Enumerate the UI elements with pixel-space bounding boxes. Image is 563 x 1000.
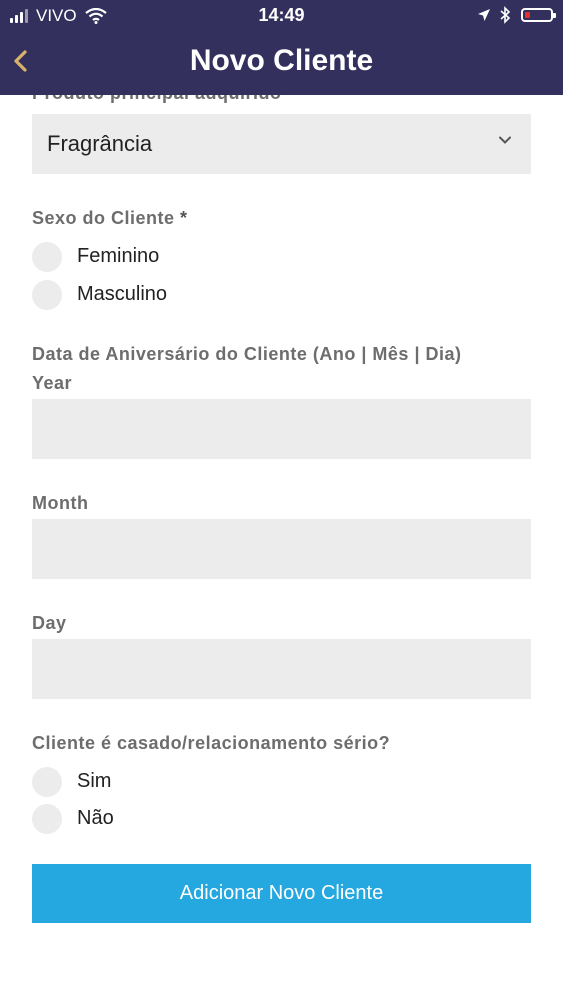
add-client-button[interactable]: Adicionar Novo Cliente bbox=[32, 864, 531, 923]
day-label: Day bbox=[32, 613, 67, 633]
chevron-down-icon bbox=[499, 136, 511, 144]
radio-label-feminino[interactable]: Feminino bbox=[77, 245, 159, 268]
radio-masculino[interactable] bbox=[32, 280, 62, 310]
month-input[interactable] bbox=[32, 519, 531, 579]
sex-label: Sexo do Cliente * bbox=[32, 208, 188, 229]
status-bar: VIVO 14:49 bbox=[0, 0, 563, 32]
day-input[interactable] bbox=[32, 639, 531, 699]
page-title: Novo Cliente bbox=[189, 44, 374, 77]
app-header: VIVO 14:49 Novo Cliente bbox=[0, 0, 563, 95]
product-select-value: Fragrância bbox=[47, 131, 153, 156]
radio-label-nao[interactable]: Não bbox=[77, 807, 114, 830]
year-label: Year bbox=[32, 373, 73, 393]
radio-label-sim[interactable]: Sim bbox=[77, 770, 111, 793]
location-icon bbox=[478, 9, 490, 21]
bluetooth-icon bbox=[500, 6, 511, 24]
month-label: Month bbox=[32, 493, 89, 513]
nav-bar: Novo Cliente bbox=[0, 40, 563, 84]
radio-sim[interactable] bbox=[32, 767, 62, 797]
radio-label-masculino[interactable]: Masculino bbox=[77, 283, 167, 306]
birthday-label: Data de Aniversário do Cliente (Ano | Mê… bbox=[32, 344, 462, 364]
radio-feminino[interactable] bbox=[32, 242, 62, 272]
battery-icon bbox=[521, 8, 556, 22]
year-input[interactable] bbox=[32, 399, 531, 459]
status-right bbox=[477, 6, 556, 24]
product-select[interactable]: Fragrância bbox=[32, 114, 531, 174]
married-label: Cliente é casado/relacionamento sério? bbox=[32, 733, 391, 753]
required-mark: * bbox=[180, 208, 188, 228]
sex-label-text: Sexo do Cliente bbox=[32, 208, 175, 228]
radio-nao[interactable] bbox=[32, 804, 62, 834]
